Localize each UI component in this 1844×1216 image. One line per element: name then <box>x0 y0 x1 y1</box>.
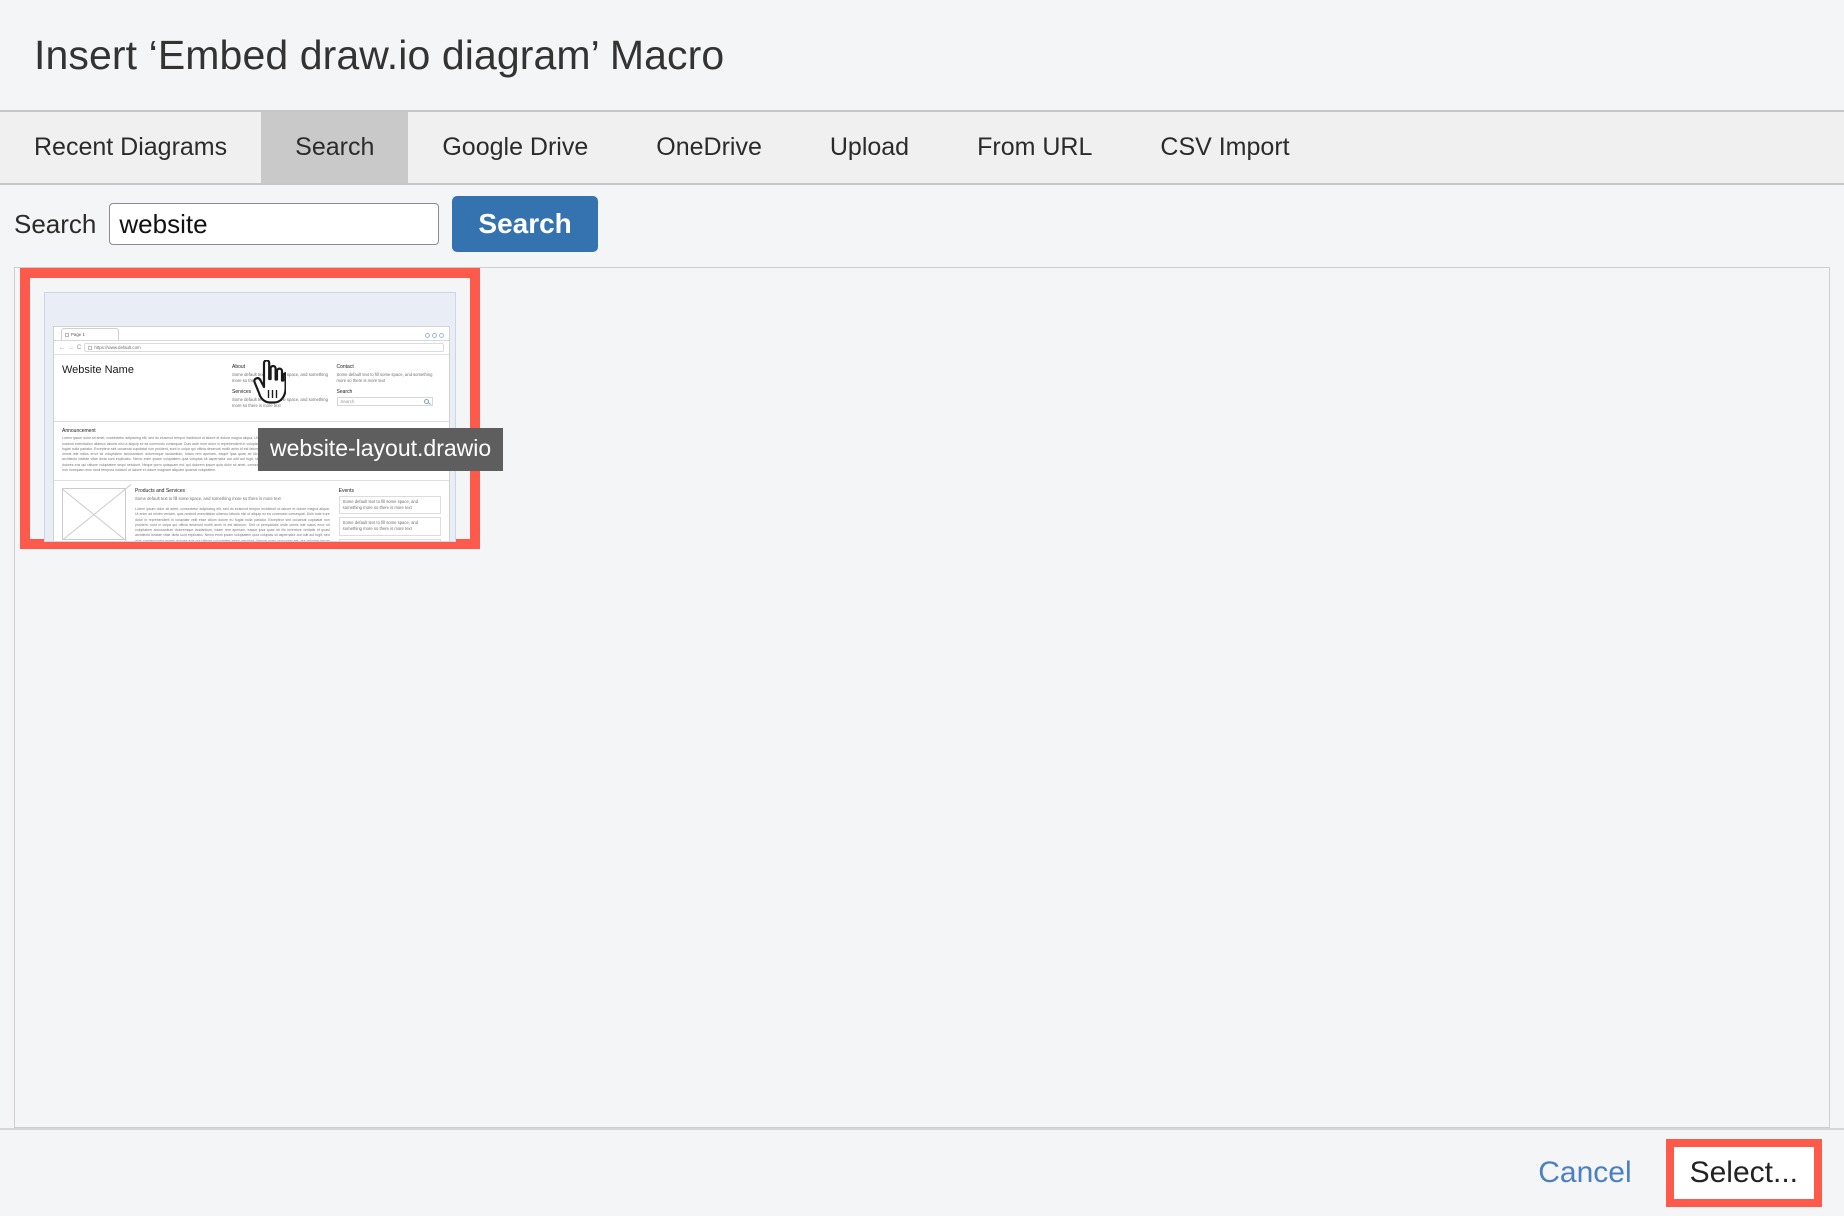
mockup-search-placeholder: Search <box>340 399 355 405</box>
event-text: Some default text to fill some space, an… <box>342 520 419 532</box>
select-button[interactable]: Select... <box>1673 1147 1814 1199</box>
events-heading: Events <box>338 488 354 495</box>
dialog-footer: Cancel Select... <box>0 1128 1844 1216</box>
products-body: Some default text to fill some space, an… <box>135 496 281 502</box>
tab-csv-import[interactable]: CSV Import <box>1126 112 1323 183</box>
tab-recent-diagrams[interactable]: Recent Diagrams <box>0 112 261 183</box>
tab-onedrive[interactable]: OneDrive <box>622 112 796 183</box>
search-row: Search Search <box>0 185 1844 263</box>
page-icon <box>65 332 69 337</box>
products-lorem: Lorem ipsum dolor sit amet, consectetur … <box>135 507 330 541</box>
products-column: Products and Services Some default text … <box>135 488 330 541</box>
event-row: Some default text to fill some space, an… <box>338 517 441 536</box>
tab-from-url[interactable]: From URL <box>943 112 1126 183</box>
search-heading: Search <box>336 389 353 396</box>
url-text: https://www.default.com <box>94 345 141 350</box>
insert-macro-dialog: Insert ‘Embed draw.io diagram’ Macro Rec… <box>0 0 1844 1216</box>
event-row: Some default text to fill some space, an… <box>338 538 441 541</box>
event-text: Some default text to fill some space, an… <box>342 499 419 511</box>
diagram-thumbnail[interactable]: Page 1 ← → C https://www.default.com Web… <box>44 292 456 542</box>
search-label: Search <box>14 208 97 239</box>
tab-google-drive[interactable]: Google Drive <box>408 112 622 183</box>
back-arrow-icon: ← <box>59 344 65 351</box>
window-controls <box>425 333 444 338</box>
forward-arrow-icon: → <box>68 344 74 351</box>
browser-tab: Page 1 <box>61 328 119 340</box>
page-title: Insert ‘Embed draw.io diagram’ Macro <box>34 31 725 78</box>
contact-heading: Contact <box>336 364 354 370</box>
services-body: Some default text to fill some space, an… <box>232 397 328 409</box>
page-icon <box>88 345 93 350</box>
mockup-site-name: Website Name <box>62 364 134 376</box>
mockup-search-field: Search <box>336 397 433 407</box>
tab-upload[interactable]: Upload <box>796 112 943 183</box>
url-field: https://www.default.com <box>84 343 444 352</box>
search-button[interactable]: Search <box>452 196 598 252</box>
about-body: Some default text to fill some space, an… <box>232 372 328 384</box>
reload-icon: C <box>77 344 82 351</box>
mockup-bottom: Products and Services Some default text … <box>54 481 449 541</box>
mockup-column-contact: Contact Some default text to fill some s… <box>336 364 442 414</box>
services-heading: Services <box>232 389 252 396</box>
events-column: Events Some default text to fill some sp… <box>338 488 441 541</box>
about-heading: About <box>232 364 246 370</box>
dialog-header: Insert ‘Embed draw.io diagram’ Macro <box>0 0 1844 110</box>
image-placeholder-icon <box>62 488 126 541</box>
mockup-hero: Website Name About Some default text to … <box>54 355 449 423</box>
filename-tooltip: website-layout.drawio <box>258 428 504 471</box>
tab-bar: Recent Diagrams Search Google Drive OneD… <box>0 110 1844 185</box>
browser-url-bar: ← → C https://www.default.com <box>54 341 449 355</box>
browser-tab-strip: Page 1 <box>54 327 449 341</box>
search-results-panel: Page 1 ← → C https://www.default.com Web… <box>14 267 1830 1128</box>
products-heading: Products and Services <box>135 488 186 495</box>
cancel-button[interactable]: Cancel <box>1522 1148 1647 1198</box>
event-row: Some default text to fill some space, an… <box>338 496 441 515</box>
search-icon <box>424 399 429 405</box>
search-input[interactable] <box>109 203 440 245</box>
result-item-website-layout[interactable]: Page 1 ← → C https://www.default.com Web… <box>20 268 504 549</box>
select-button-highlight: Select... <box>1665 1139 1822 1207</box>
contact-body: Some default text to fill some space, an… <box>336 372 433 384</box>
mockup-column-about: About Some default text to fill some spa… <box>232 364 337 414</box>
tab-search[interactable]: Search <box>261 112 409 183</box>
browser-tab-label: Page 1 <box>71 332 85 337</box>
